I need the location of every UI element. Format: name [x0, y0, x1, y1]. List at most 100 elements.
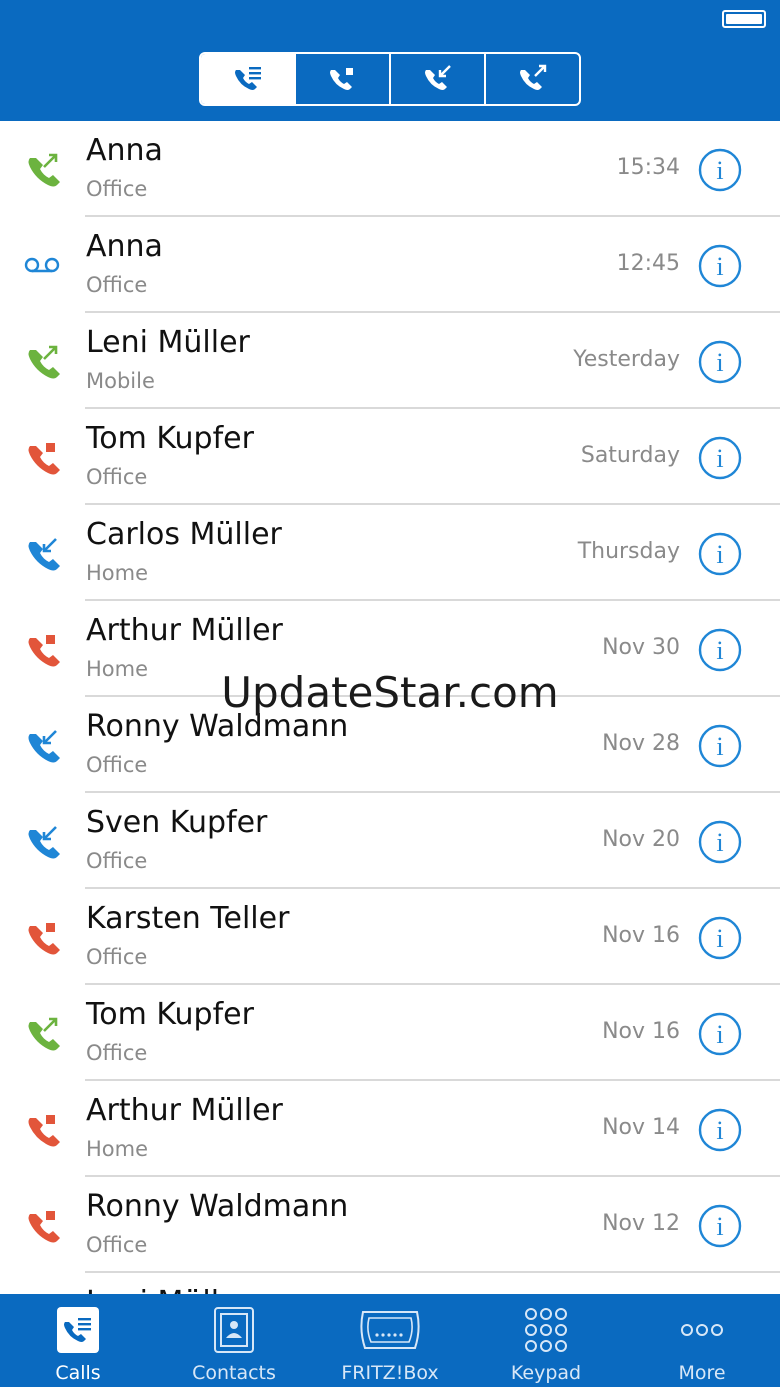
missed-calls-icon	[329, 68, 353, 90]
header	[0, 0, 780, 121]
call-row[interactable]: Arthur Müller Home Nov 30 i	[0, 601, 780, 697]
number-type: Home	[86, 561, 149, 585]
keypad-icon	[511, 1304, 581, 1356]
info-button[interactable]: i	[698, 244, 742, 288]
tab-label-more: More	[678, 1362, 726, 1384]
number-type: Office	[86, 849, 148, 873]
call-row[interactable]: Ronny Waldmann Office Nov 28 i	[0, 697, 780, 793]
call-filter-segmented-control	[199, 52, 581, 106]
tab-calls[interactable]: Calls	[0, 1294, 156, 1387]
caller-name: Anna	[86, 229, 163, 264]
caller-name: Tom Kupfer	[86, 997, 254, 1032]
call-time: Nov 30	[602, 635, 680, 660]
outgoing-calls-icon	[519, 64, 546, 90]
svg-text:i: i	[716, 1212, 723, 1241]
number-type: Office	[86, 273, 148, 297]
call-time: Nov 16	[602, 923, 680, 948]
svg-text:i: i	[716, 636, 723, 665]
filter-missed-calls[interactable]	[294, 54, 389, 104]
svg-text:i: i	[716, 540, 723, 569]
info-button[interactable]: i	[698, 628, 742, 672]
contacts-icon	[199, 1304, 269, 1356]
tab-label-keypad: Keypad	[510, 1362, 582, 1384]
number-type: Mobile	[86, 369, 155, 393]
info-button[interactable]: i	[698, 916, 742, 960]
call-time: Nov 14	[602, 1115, 680, 1140]
filter-all-calls[interactable]	[201, 54, 294, 104]
call-row[interactable]: Anna Office 12:45 i	[0, 217, 780, 313]
battery-icon	[722, 10, 766, 28]
svg-text:i: i	[716, 1020, 723, 1049]
outgoing-call-icon	[22, 1013, 62, 1053]
incoming-calls-icon	[424, 65, 451, 90]
fritzbox-icon	[355, 1304, 425, 1356]
call-row[interactable]: Arthur Müller Home Nov 14 i	[0, 1081, 780, 1177]
call-time: Thursday	[577, 539, 680, 564]
call-time: 12:45	[616, 251, 680, 276]
call-row[interactable]: Anna Office 15:34 i	[0, 121, 780, 217]
call-time: Nov 12	[602, 1211, 680, 1236]
call-row[interactable]: Tom Kupfer Office Nov 16 i	[0, 985, 780, 1081]
tab-contacts[interactable]: Contacts	[156, 1294, 312, 1387]
call-row[interactable]: Leni Mülleri	[0, 1273, 780, 1294]
caller-name: Arthur Müller	[86, 1093, 283, 1128]
incoming-call-icon	[22, 821, 62, 861]
number-type: Home	[86, 657, 149, 681]
number-type: Office	[86, 177, 148, 201]
calls-icon	[43, 1304, 113, 1356]
tab-label-calls: Calls	[55, 1362, 101, 1384]
call-row[interactable]: Leni Müller Mobile Yesterday i	[0, 313, 780, 409]
svg-text:i: i	[716, 732, 723, 761]
tab-fritzbox[interactable]: FRITZ!Box	[312, 1294, 468, 1387]
caller-name: Leni Müller	[86, 1285, 250, 1294]
info-button[interactable]: i	[698, 724, 742, 768]
tab-label-contacts: Contacts	[192, 1362, 276, 1384]
info-button[interactable]: i	[698, 148, 742, 192]
call-row[interactable]: Tom Kupfer Office Saturday i	[0, 409, 780, 505]
caller-name: Ronny Waldmann	[86, 709, 349, 744]
tab-more[interactable]: More	[624, 1294, 780, 1387]
info-button[interactable]: i	[698, 1108, 742, 1152]
svg-text:i: i	[716, 924, 723, 953]
caller-name: Ronny Waldmann	[86, 1189, 349, 1224]
number-type: Home	[86, 1137, 149, 1161]
call-time: 15:34	[616, 155, 680, 180]
info-button[interactable]: i	[698, 1012, 742, 1056]
number-type: Office	[86, 1233, 148, 1257]
info-button[interactable]: i	[698, 1204, 742, 1248]
caller-name: Sven Kupfer	[86, 805, 268, 840]
caller-name: Tom Kupfer	[86, 421, 254, 456]
call-time: Saturday	[580, 443, 680, 468]
number-type: Office	[86, 753, 148, 777]
svg-text:i: i	[716, 828, 723, 857]
call-row[interactable]: Ronny Waldmann Office Nov 12 i	[0, 1177, 780, 1273]
info-button[interactable]: i	[698, 820, 742, 864]
call-time: Nov 28	[602, 731, 680, 756]
caller-name: Arthur Müller	[86, 613, 283, 648]
caller-name: Carlos Müller	[86, 517, 282, 552]
tab-label-fritzbox: FRITZ!Box	[341, 1362, 439, 1384]
caller-name: Leni Müller	[86, 325, 250, 360]
info-button[interactable]: i	[698, 532, 742, 576]
more-icon	[667, 1304, 737, 1356]
call-row[interactable]: Carlos Müller Home Thursday i	[0, 505, 780, 601]
info-button[interactable]: i	[698, 436, 742, 480]
voicemail-call-icon	[22, 245, 62, 285]
caller-name: Karsten Teller	[86, 901, 290, 936]
call-row[interactable]: Sven Kupfer Office Nov 20 i	[0, 793, 780, 889]
tab-keypad[interactable]: Keypad	[468, 1294, 624, 1387]
missed-call-icon	[22, 437, 62, 477]
svg-text:i: i	[716, 156, 723, 185]
number-type: Office	[86, 945, 148, 969]
call-time: Yesterday	[573, 347, 680, 372]
incoming-call-icon	[22, 725, 62, 765]
filter-outgoing-calls[interactable]	[484, 54, 579, 104]
info-button[interactable]: i	[698, 340, 742, 384]
svg-text:i: i	[716, 444, 723, 473]
svg-text:i: i	[716, 348, 723, 377]
outgoing-call-icon	[22, 149, 62, 189]
call-row[interactable]: Karsten Teller Office Nov 16 i	[0, 889, 780, 985]
missed-call-icon	[22, 917, 62, 957]
filter-incoming-calls[interactable]	[389, 54, 484, 104]
call-time: Nov 20	[602, 827, 680, 852]
